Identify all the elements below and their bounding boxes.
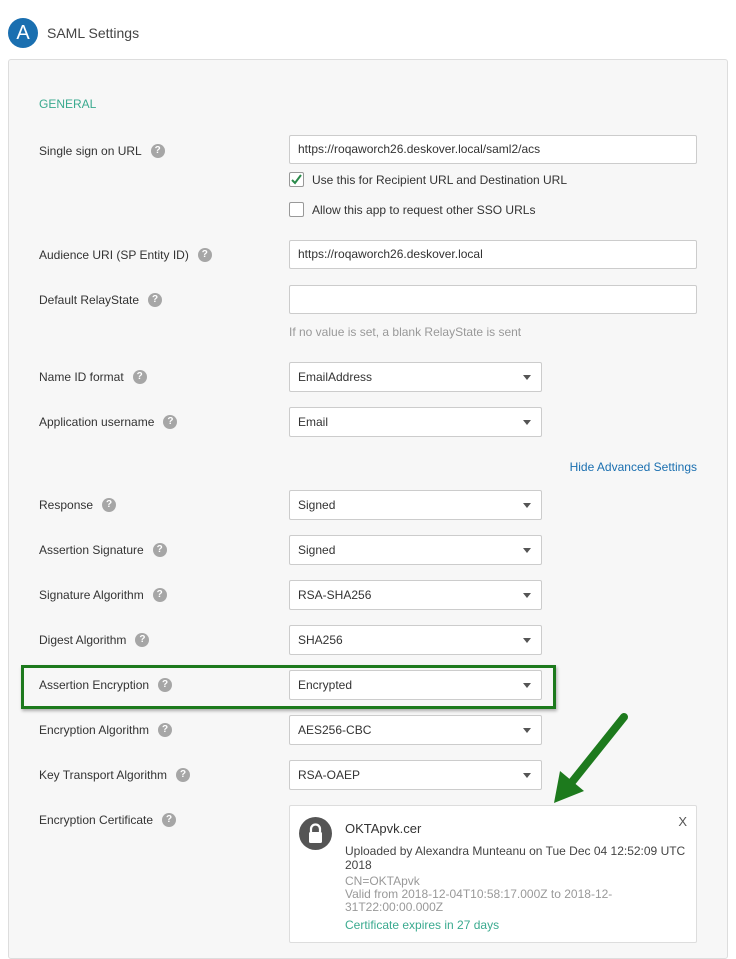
relaystate-label: Default RelayState? [39, 293, 163, 307]
encryption-algorithm-select[interactable]: AES256-CBC [289, 715, 542, 745]
help-icon[interactable]: ? [163, 415, 178, 429]
lock-icon [299, 817, 332, 850]
label-text: Signature Algorithm [39, 588, 144, 602]
sso-url-label: Single sign on URL? [39, 144, 165, 158]
page-header: A SAML Settings [8, 18, 139, 48]
signature-algorithm-select[interactable]: RSA-SHA256 [289, 580, 542, 610]
response-select[interactable]: Signed [289, 490, 542, 520]
nameid-select[interactable]: EmailAddress [289, 362, 542, 392]
encryption-algorithm-label: Encryption Algorithm? [39, 723, 173, 737]
help-icon[interactable]: ? [135, 633, 150, 647]
label-text: Response [39, 498, 94, 512]
label-text: Default RelayState [39, 293, 140, 307]
label-text: Assertion Signature [39, 543, 144, 557]
help-icon[interactable]: ? [150, 144, 165, 158]
label-text: Single sign on URL [39, 144, 142, 158]
help-icon[interactable]: ? [176, 768, 191, 782]
settings-panel: GENERAL Single sign on URL? https://roqa… [8, 59, 728, 959]
other-sso-checkbox[interactable]: Allow this app to request other SSO URLs [289, 202, 535, 217]
page-title: SAML Settings [47, 25, 140, 41]
label-text: Key Transport Algorithm [39, 768, 168, 782]
app-avatar: A [8, 18, 38, 48]
relaystate-hint: If no value is set, a blank RelayState i… [289, 325, 522, 339]
key-transport-label: Key Transport Algorithm? [39, 768, 191, 782]
highlight-box [21, 665, 556, 709]
label-text: Encryption Certificate [39, 813, 154, 827]
label-text: Encryption Algorithm [39, 723, 150, 737]
checkbox-checked[interactable] [289, 172, 304, 187]
assertion-signature-select[interactable]: Signed [289, 535, 542, 565]
help-icon[interactable]: ? [162, 813, 177, 827]
help-icon[interactable]: ? [158, 723, 173, 737]
certificate-expiry: Certificate expires in 27 days [345, 918, 500, 932]
label-text: Application username [39, 415, 155, 429]
help-icon[interactable]: ? [152, 543, 167, 557]
response-label: Response? [39, 498, 117, 512]
key-transport-select[interactable]: RSA-OAEP [289, 760, 542, 790]
digest-algorithm-label: Digest Algorithm? [39, 633, 150, 647]
certificate-card: OKTApvk.cer Uploaded by Alexandra Muntea… [289, 805, 697, 943]
certificate-name: OKTApvk.cer [345, 821, 422, 836]
relaystate-input[interactable] [289, 285, 697, 314]
audience-label: Audience URI (SP Entity ID)? [39, 248, 212, 262]
hide-advanced-link[interactable]: Hide Advanced Settings [570, 460, 697, 474]
audience-input[interactable]: https://roqaworch26.deskover.local [289, 240, 697, 269]
help-icon[interactable]: ? [102, 498, 117, 512]
certificate-validity: Valid from 2018-12-04T10:58:17.000Z to 2… [345, 887, 613, 914]
label-text: Digest Algorithm [39, 633, 127, 647]
certificate-details: CN=OKTApvk Valid from 2018-12-04T10:58:17… [345, 875, 690, 914]
certificate-uploaded: Uploaded by Alexandra Munteanu on Tue De… [345, 844, 686, 872]
help-icon[interactable]: ? [197, 248, 212, 262]
label-text: Audience URI (SP Entity ID) [39, 248, 189, 262]
nameid-label: Name ID format? [39, 370, 147, 384]
checkbox-label: Allow this app to request other SSO URLs [312, 202, 536, 217]
help-icon[interactable]: ? [132, 370, 147, 384]
arrow-annotation [554, 713, 628, 803]
assertion-signature-label: Assertion Signature? [39, 543, 167, 557]
encryption-certificate-label: Encryption Certificate? [39, 813, 177, 827]
remove-certificate-button[interactable]: X [678, 814, 687, 829]
help-icon[interactable]: ? [152, 588, 167, 602]
checkbox-unchecked[interactable] [289, 202, 304, 217]
help-icon[interactable]: ? [148, 293, 163, 307]
label-text: Name ID format [39, 370, 124, 384]
sso-url-input[interactable]: https://roqaworch26.deskover.local/saml2… [289, 135, 697, 164]
username-label: Application username? [39, 415, 178, 429]
signature-algorithm-label: Signature Algorithm? [39, 588, 167, 602]
section-general: GENERAL [39, 97, 97, 111]
username-select[interactable]: Email [289, 407, 542, 437]
digest-algorithm-select[interactable]: SHA256 [289, 625, 542, 655]
recipient-checkbox[interactable]: Use this for Recipient URL and Destinati… [289, 172, 567, 187]
checkbox-label: Use this for Recipient URL and Destinati… [312, 172, 568, 187]
